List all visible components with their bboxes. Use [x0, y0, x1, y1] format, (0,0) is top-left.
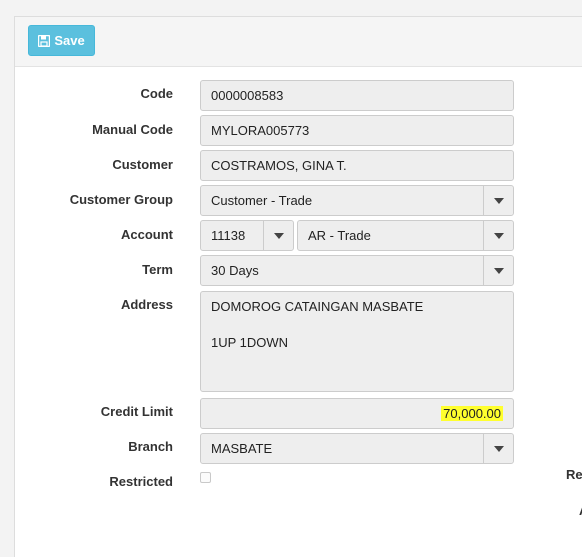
term-label: Term: [142, 262, 173, 277]
code-label: Code: [140, 86, 174, 101]
customer-field[interactable]: COSTRAMOS, GINA T.: [200, 150, 514, 181]
top-strip: [0, 0, 582, 16]
address-label: Address: [120, 297, 173, 312]
account-name-select[interactable]: AR - Trade: [297, 220, 514, 251]
account-name-value: AR - Trade: [308, 228, 371, 243]
credit-limit-label: Credit Limit: [100, 404, 173, 419]
credit-limit-field[interactable]: 70,000.00: [200, 398, 514, 429]
caret-down-icon: [493, 445, 504, 452]
customer-value: COSTRAMOS, GINA T.: [211, 158, 347, 173]
caret-down-icon: [493, 197, 504, 204]
save-button-label: Save: [54, 33, 85, 48]
account-code-dropdown-arrow[interactable]: [263, 221, 293, 250]
branch-label: Branch: [128, 439, 173, 454]
floppy-disk-icon: [38, 34, 51, 47]
toolbar: Save: [15, 17, 582, 67]
credit-limit-value: 70,000.00: [441, 406, 503, 421]
manual-code-label: Manual Code: [92, 122, 173, 137]
save-button[interactable]: Save: [28, 25, 95, 56]
address-line-2: 1UP 1DOWN: [211, 335, 289, 350]
customer-group-value: Customer - Trade: [211, 193, 313, 208]
account-code-select[interactable]: 11138: [200, 220, 294, 251]
caret-down-icon: [493, 267, 504, 274]
branch-dropdown-arrow[interactable]: [483, 434, 513, 463]
account-name-dropdown-arrow[interactable]: [483, 221, 513, 250]
address-textarea[interactable]: DOMOROG CATAINGAN MASBATE 1UP 1DOWN: [200, 291, 514, 392]
manual-code-value: MYLORA005773: [211, 123, 310, 138]
customer-group-dropdown-arrow[interactable]: [483, 186, 513, 215]
account-code-value: 11138: [211, 228, 246, 243]
code-field[interactable]: 0000008583: [200, 80, 514, 111]
customer-label: Customer: [112, 157, 173, 172]
account-label: Account: [121, 227, 173, 242]
caret-down-icon: [493, 232, 504, 239]
branch-value: MASBATE: [211, 441, 273, 456]
manual-code-field[interactable]: MYLORA005773: [200, 115, 514, 146]
term-dropdown-arrow[interactable]: [483, 256, 513, 285]
right-column-label-cut: Re: [566, 467, 582, 482]
address-line-1: DOMOROG CATAINGAN MASBATE: [211, 299, 424, 314]
restricted-label: Restricted: [109, 474, 173, 489]
customer-group-select[interactable]: Customer - Trade: [200, 185, 514, 216]
customer-group-label: Customer Group: [69, 192, 173, 207]
branch-select[interactable]: MASBATE: [200, 433, 514, 464]
term-value: 30 Days: [211, 263, 259, 278]
restricted-checkbox[interactable]: [200, 472, 211, 483]
caret-down-icon: [273, 232, 284, 239]
customer-form-panel: Save Code 0000008583 Manual Code MYLORA0…: [14, 16, 582, 557]
term-select[interactable]: 30 Days: [200, 255, 514, 286]
code-value: 0000008583: [211, 88, 284, 103]
